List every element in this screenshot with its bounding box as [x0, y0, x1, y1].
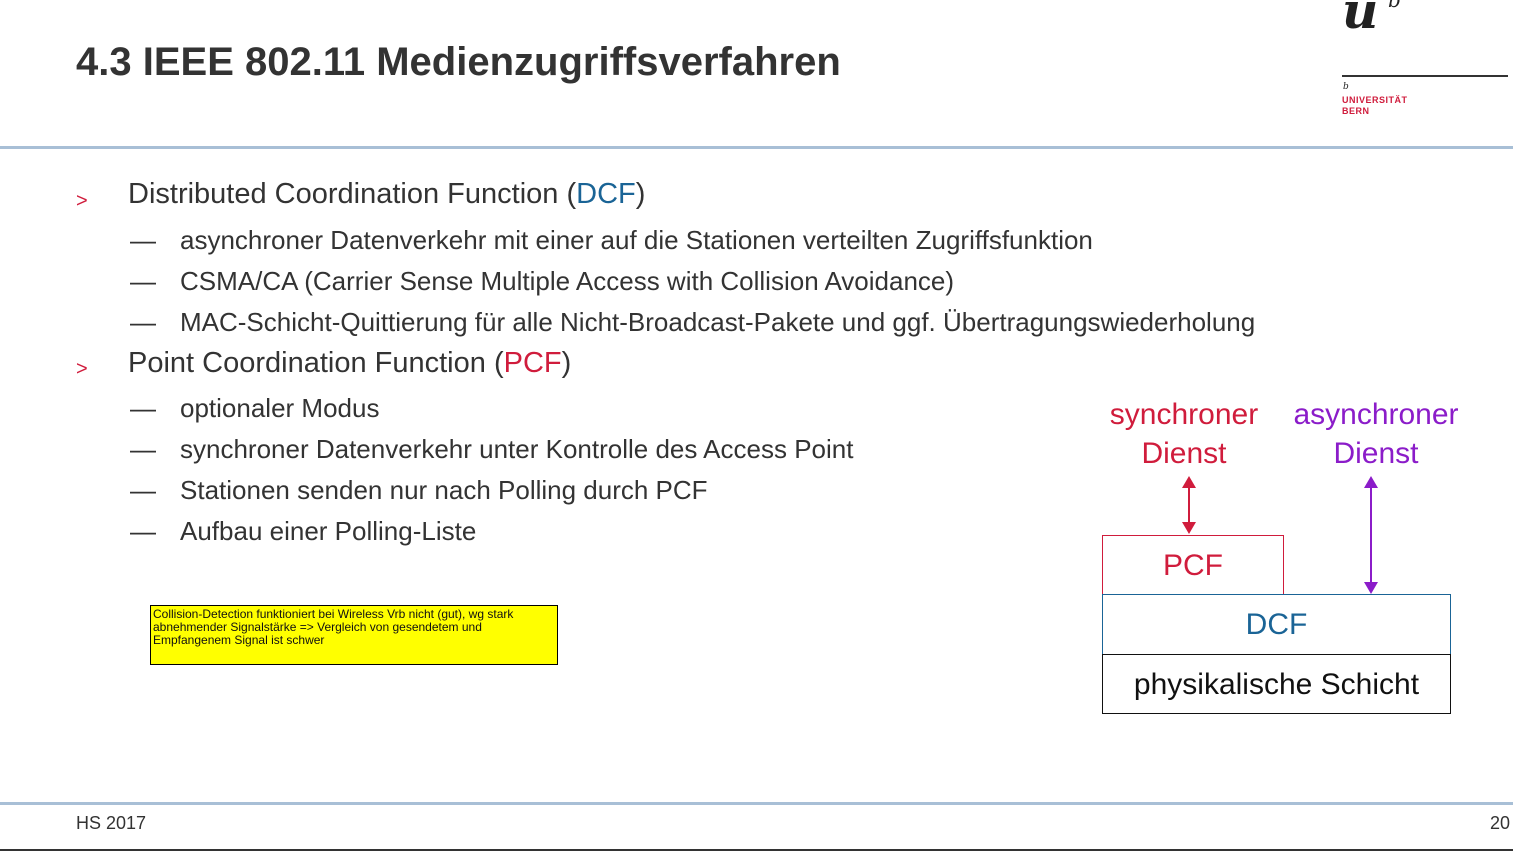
university-logo-superscript: b [1388, 0, 1401, 12]
list-item: asynchroner Datenverkehr mit einer auf d… [180, 225, 1093, 255]
dcf-layer-box: DCF [1102, 594, 1451, 655]
list-item: CSMA/CA (Carrier Sense Multiple Access w… [180, 266, 955, 296]
sync-double-arrow [1182, 476, 1196, 534]
university-logo-text: UNIVERSITÄT BERN [1342, 95, 1408, 117]
list-item: synchroner Datenverkehr unter Kontrolle … [180, 434, 854, 464]
footer-semester: HS 2017 [76, 813, 147, 833]
heading-pcf-prefix: Point Coordination Function ( [128, 347, 504, 379]
page-title: 4.3 IEEE 802.11 Medienzugriffsverfahren [76, 40, 841, 84]
physical-layer-box: physikalische Schicht [1102, 654, 1451, 714]
header-divider [0, 146, 1513, 149]
logo-line-2: BERN [1342, 106, 1370, 116]
dash-marker: — [130, 393, 156, 423]
list-item: Aufbau einer Polling-Liste [180, 516, 477, 546]
logo-divider [1342, 75, 1508, 77]
list-item: Stationen senden nur nach Polling durch … [180, 475, 708, 505]
bullet-pcf: > [76, 358, 88, 380]
university-logo-mark: u [1342, 0, 1379, 40]
dash-marker: — [130, 307, 156, 337]
heading-dcf-prefix: Distributed Coordination Function ( [128, 178, 577, 210]
dash-marker: — [130, 225, 156, 255]
heading-pcf-suffix: ) [561, 347, 572, 379]
diagram-sync-label: synchroner Dienst [1103, 395, 1265, 473]
async-label-line-1: asynchroner [1293, 398, 1459, 431]
sync-label-line-2: Dienst [1141, 437, 1227, 470]
pcf-layer-box: PCF [1102, 535, 1284, 595]
dash-marker: — [130, 266, 156, 296]
logo-line-1: UNIVERSITÄT [1342, 95, 1408, 105]
page-number: 20 [1490, 813, 1511, 833]
bullet-dcf: > [76, 190, 88, 212]
async-label-line-2: Dienst [1333, 437, 1419, 470]
async-double-arrow [1364, 476, 1378, 594]
diagram-async-label: asynchroner Dienst [1283, 395, 1469, 473]
logo-small-b: b [1343, 82, 1349, 92]
bottom-edge-line [0, 849, 1513, 851]
heading-dcf: Distributed Coordination Function (DCF) [128, 178, 645, 211]
heading-pcf-abbr: PCF [503, 347, 562, 379]
list-item: MAC-Schicht-Quittierung für alle Nicht-B… [180, 307, 1256, 337]
list-item: optionaler Modus [180, 393, 380, 423]
heading-dcf-suffix: ) [635, 178, 646, 210]
sync-label-line-1: synchroner [1109, 398, 1259, 431]
sticky-note[interactable]: Collision-Detection funktioniert bei Wir… [150, 605, 558, 665]
footer-divider [0, 802, 1513, 805]
heading-dcf-abbr: DCF [576, 178, 636, 210]
dash-marker: — [130, 434, 156, 464]
dash-marker: — [130, 516, 156, 546]
heading-pcf: Point Coordination Function (PCF) [128, 347, 571, 380]
dash-marker: — [130, 475, 156, 505]
